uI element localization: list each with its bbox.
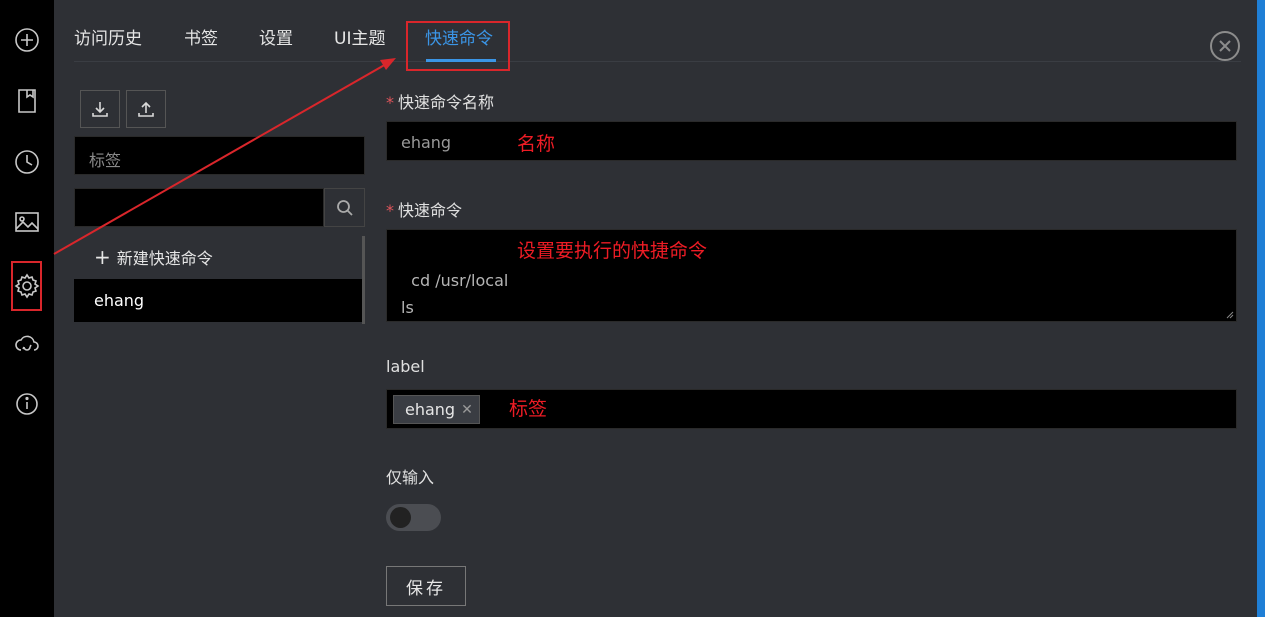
tag-filter-input[interactable]: 标签	[74, 136, 365, 175]
name-annotation: 名称	[517, 133, 556, 155]
toggle-knob	[390, 507, 411, 528]
tag-annotation: 标签	[509, 398, 548, 420]
new-quick-command-button[interactable]: + 新建快速命令	[74, 236, 362, 278]
command-field-label: * 快速命令	[386, 201, 463, 220]
input-only-label: 仅输入	[386, 468, 435, 487]
import-button[interactable]	[80, 90, 120, 128]
bookmark-icon[interactable]	[11, 85, 43, 117]
tag-chip: ehang ✕	[393, 395, 480, 424]
download-icon	[92, 102, 108, 117]
sidebar	[0, 0, 54, 617]
search-button[interactable]	[324, 188, 365, 227]
command-label-text: 快速命令	[398, 201, 463, 220]
new-quick-command-label: 新建快速命令	[116, 249, 213, 268]
add-circle-icon[interactable]	[11, 24, 43, 56]
tag-chip-label: ehang	[405, 400, 456, 419]
close-icon	[1219, 40, 1231, 52]
tab-ui-theme[interactable]: UI主题	[334, 24, 385, 49]
tab-bookmarks[interactable]: 书签	[184, 24, 218, 49]
highlight-box	[406, 21, 510, 71]
search-input[interactable]	[74, 188, 324, 227]
tab-history[interactable]: 访问历史	[74, 24, 142, 49]
input-only-toggle[interactable]	[386, 504, 441, 531]
command-annotation: 设置要执行的快捷命令	[517, 240, 708, 262]
close-button[interactable]	[1210, 31, 1240, 61]
right-edge-bar	[1257, 0, 1265, 617]
cloud-sync-icon[interactable]	[11, 328, 43, 360]
list-scrollbar[interactable]	[362, 236, 365, 324]
tab-bar: 访问历史 书签 设置 UI主题 快速命令	[74, 0, 1241, 62]
plus-icon: +	[94, 245, 111, 269]
info-icon[interactable]	[11, 388, 43, 420]
command-name-input[interactable]: ehang	[386, 121, 1237, 161]
upload-icon	[138, 101, 154, 117]
name-field-label: * 快速命令名称	[386, 93, 495, 112]
command-textarea[interactable]: cd /usr/local ls	[386, 229, 1237, 322]
list-item[interactable]: ehang	[74, 279, 362, 322]
tag-field-label: label	[386, 357, 425, 376]
clock-icon[interactable]	[11, 146, 43, 178]
export-button[interactable]	[126, 90, 166, 128]
remove-tag-icon[interactable]: ✕	[461, 402, 473, 418]
gear-icon[interactable]	[11, 261, 42, 311]
image-icon[interactable]	[11, 206, 43, 238]
save-button[interactable]: 保存	[386, 566, 466, 606]
tab-settings[interactable]: 设置	[259, 24, 293, 49]
name-label-text: 快速命令名称	[398, 93, 495, 112]
command-text: cd /usr/local ls	[401, 271, 509, 317]
search-icon	[336, 199, 353, 216]
resize-handle-icon[interactable]	[1224, 309, 1234, 319]
